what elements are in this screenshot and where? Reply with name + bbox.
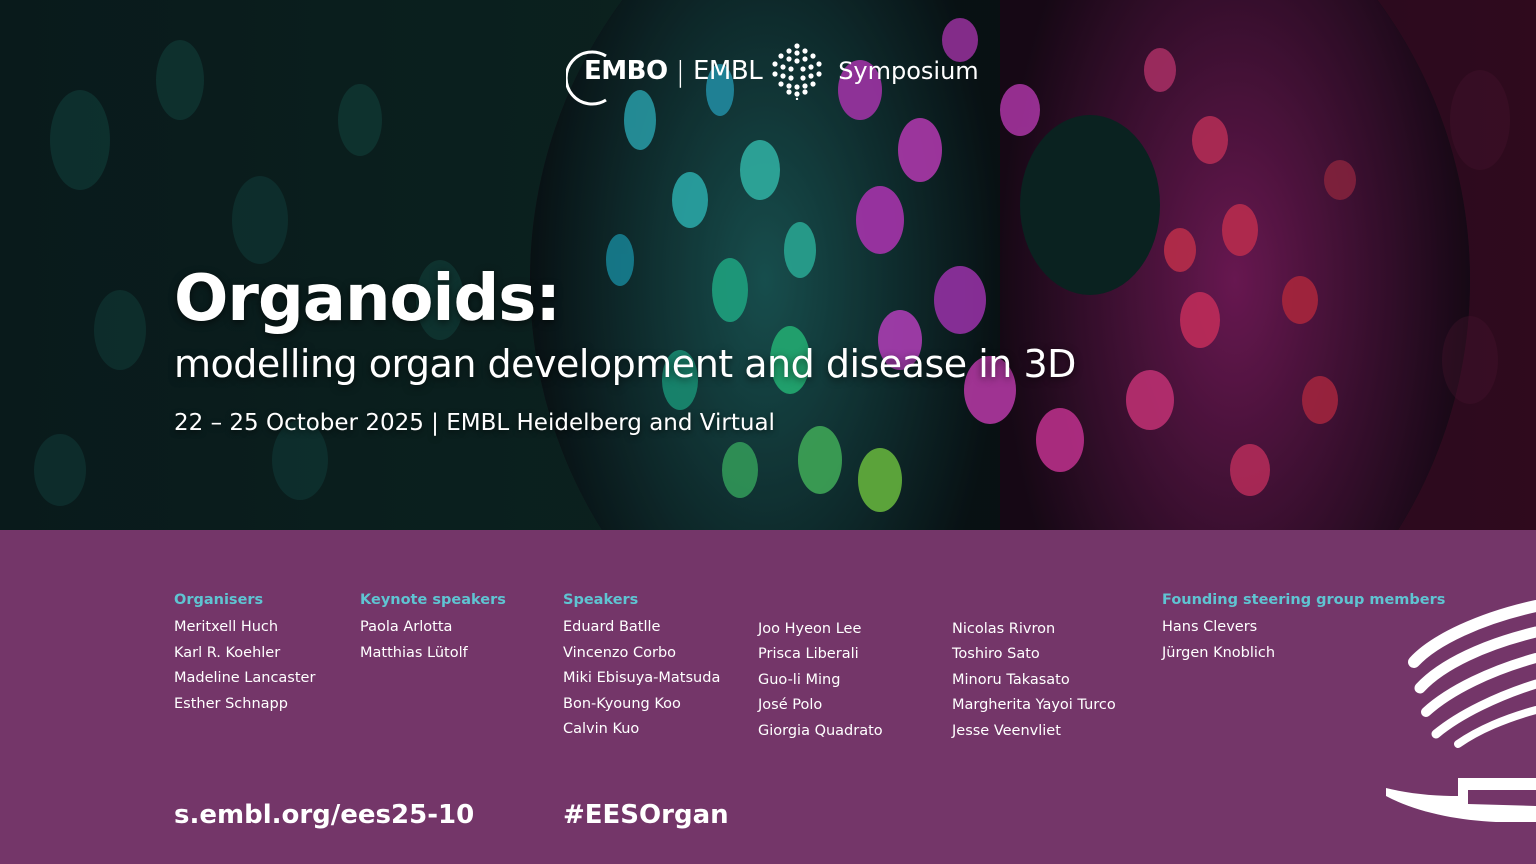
speaker-name: Eduard Batlle — [563, 619, 661, 635]
organisers-list: Meritxell Huch Karl R. Koehler Madeline … — [174, 615, 315, 717]
branding-logo: EMBO | EMBL Symposium — [566, 40, 979, 106]
event-subtitle: modelling organ development and disease … — [174, 342, 1076, 386]
speaker-name: Toshiro Sato — [952, 646, 1040, 663]
speaker-name: Joo Hyeon Lee — [758, 620, 862, 637]
organisers-column: Organisers Meritxell Huch Karl R. Koehle… — [174, 592, 315, 717]
event-url-link[interactable]: s.embl.org/ees25-10 — [174, 800, 474, 830]
speaker-name: Prisca Liberali — [758, 646, 859, 663]
keynote-heading: Keynote speakers — [360, 592, 506, 608]
speaker-name: Vincenzo Corbo — [563, 644, 677, 661]
embl-building-icon — [1386, 600, 1536, 822]
organiser-name: Esther Schnapp — [174, 695, 288, 712]
speaker-name: Minoru Takasato — [952, 671, 1070, 688]
speakers-heading: Speakers — [563, 592, 639, 608]
embo-logo: EMBO — [566, 50, 668, 106]
speakers-column-1: Speakers Eduard Batlle Vincenzo Corbo Mi… — [563, 592, 720, 743]
speaker-name: Guo-li Ming — [758, 671, 841, 688]
keynote-column: Keynote speakers Paola Arlotta Matthias … — [360, 592, 506, 666]
speakers-list-3: Nicolas Rivron Toshiro Sato Minoru Takas… — [952, 617, 1116, 745]
organisers-heading: Organisers — [174, 592, 264, 608]
speaker-name: Margherita Yayoi Turco — [952, 697, 1116, 714]
event-dateline: 22 – 25 October 2025 | EMBL Heidelberg a… — [174, 410, 775, 436]
speakers-list-1: Eduard Batlle Vincenzo Corbo Miki Ebisuy… — [563, 615, 720, 743]
symposium-label: Symposium — [838, 57, 979, 85]
speaker-name: Jesse Veenvliet — [952, 722, 1061, 739]
keynote-name: Matthias Lütolf — [360, 644, 468, 661]
keynote-list: Paola Arlotta Matthias Lütolf — [360, 615, 506, 666]
speaker-name: Giorgia Quadrato — [758, 722, 883, 739]
event-hashtag: #EESOrgan — [563, 800, 729, 830]
organiser-name: Karl R. Koehler — [174, 644, 281, 661]
speaker-name: Miki Ebisuya-Matsuda — [563, 670, 721, 687]
speakers-column-3: Nicolas Rivron Toshiro Sato Minoru Takas… — [952, 592, 1116, 744]
event-title: Organoids: — [174, 262, 561, 336]
speaker-name: Bon-Kyoung Koo — [563, 695, 681, 712]
keynote-name: Paola Arlotta — [360, 619, 453, 635]
speaker-name: Nicolas Rivron — [952, 620, 1056, 637]
organiser-name: Madeline Lancaster — [174, 670, 316, 687]
embl-wordmark: EMBL — [693, 56, 763, 86]
logo-separator: | — [675, 54, 685, 88]
embo-arc-icon — [566, 50, 607, 106]
speaker-name: José Polo — [758, 697, 823, 714]
speaker-name: Calvin Kuo — [563, 721, 640, 738]
embl-hexagon-icon — [772, 43, 822, 100]
speakers-list-2: Joo Hyeon Lee Prisca Liberali Guo-li Min… — [758, 617, 883, 745]
hero-banner: EMBO | EMBL Symposium Organoids: modelli… — [0, 0, 1536, 530]
organiser-name: Meritxell Huch — [174, 619, 279, 635]
speakers-column-2: Joo Hyeon Lee Prisca Liberali Guo-li Min… — [758, 592, 883, 744]
info-panel: Organisers Meritxell Huch Karl R. Koehle… — [0, 530, 1536, 864]
